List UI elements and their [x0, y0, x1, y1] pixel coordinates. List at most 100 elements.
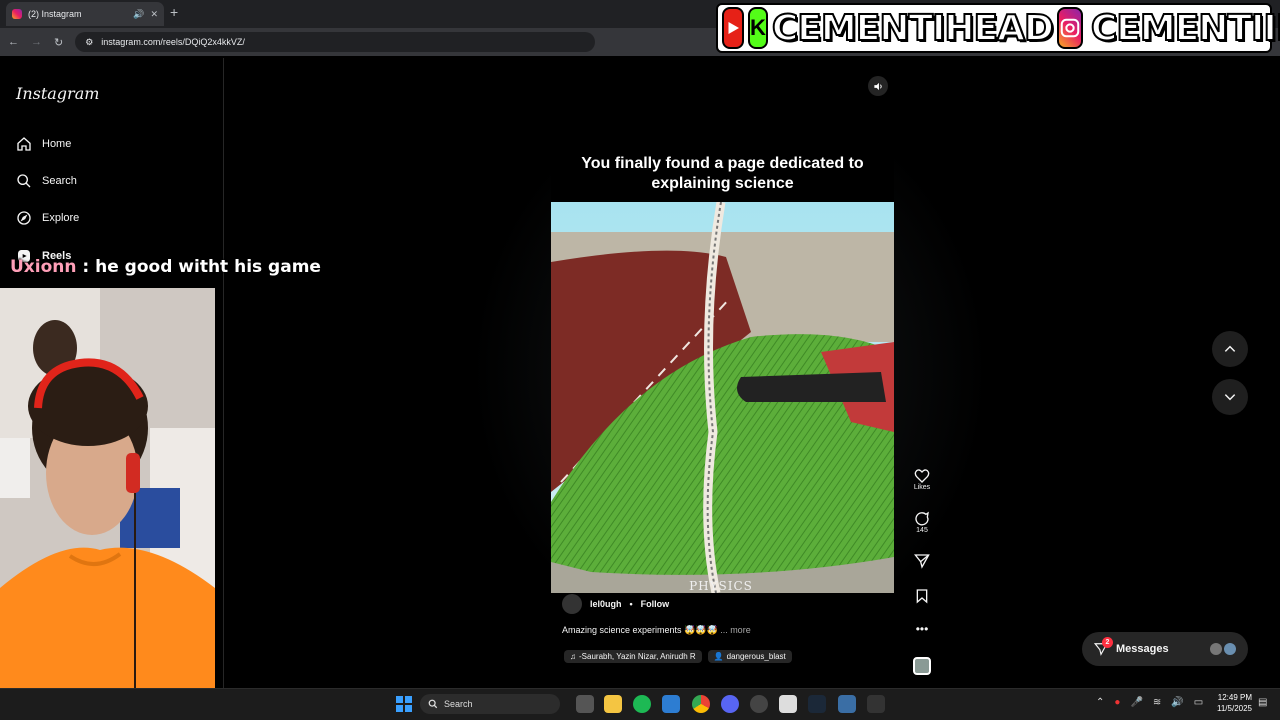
user-icon: 👤	[713, 652, 724, 661]
reel-overlay-text: You finally found a page dedicated to ex…	[581, 155, 864, 192]
sidebar-item-label: Explore	[42, 212, 80, 224]
banner-handle-one: CEMENTIHEAD	[771, 7, 1055, 50]
url-text: instagram.com/reels/DQiQ2x4kkVZ/	[101, 37, 245, 47]
send-icon	[914, 554, 930, 569]
tray-app-icon[interactable]: ●	[1114, 697, 1120, 708]
battery-icon[interactable]: ▭	[1194, 697, 1203, 708]
sidebar-item-home[interactable]: Home	[16, 136, 71, 152]
reel-video[interactable]: PHYSICS	[551, 202, 894, 593]
avatar	[1210, 643, 1222, 655]
wifi-icon[interactable]: ≋	[1153, 697, 1161, 708]
search-icon	[428, 699, 438, 709]
like-button[interactable]: Likes	[912, 468, 932, 491]
chat-username: Uxionn	[10, 257, 77, 277]
instagram-logo[interactable]: Instagram	[16, 84, 99, 103]
taskbar-search[interactable]: Search	[420, 694, 560, 714]
back-icon[interactable]: ←	[8, 36, 19, 48]
photos-icon[interactable]	[662, 695, 680, 713]
sidebar-item-label: Home	[42, 138, 72, 150]
play-icon	[728, 22, 739, 34]
reload-icon[interactable]: ↻	[54, 36, 63, 49]
sidebar-item-label: Search	[42, 175, 77, 187]
sidebar-item-search[interactable]: Search	[16, 173, 77, 189]
chevron-down-icon	[1224, 394, 1236, 401]
volume-icon[interactable]: 🔊	[1171, 697, 1183, 708]
social-banner: K CEMENTIHEAD CEMENTIII	[716, 3, 1280, 53]
kick-icon: K	[748, 7, 768, 49]
task-view-icon[interactable]	[576, 695, 594, 713]
discord-icon[interactable]	[721, 695, 739, 713]
obs-icon[interactable]	[750, 695, 768, 713]
likes-label: Likes	[913, 484, 931, 491]
scrollbar[interactable]	[1270, 58, 1280, 688]
more-options-button[interactable]: •••	[912, 622, 932, 636]
speaker-icon	[873, 82, 882, 90]
chat-text: : he good witht his game	[82, 257, 321, 277]
tab-audio-icon[interactable]: 🔊	[133, 9, 144, 20]
reel-caption: Amazing science experiments 🤯🤯🤯 ... more	[562, 625, 751, 636]
messages-button[interactable]: 2 Messages	[1082, 632, 1248, 666]
share-button[interactable]	[912, 553, 932, 569]
follow-button[interactable]: Follow	[641, 599, 670, 609]
music-note-icon: ♫	[570, 652, 576, 661]
chevron-up-icon[interactable]: ⌃	[1096, 697, 1104, 708]
search-icon	[17, 174, 31, 188]
clock-time: 12:49 PM	[1217, 693, 1252, 702]
notepad-icon[interactable]	[779, 695, 797, 713]
next-reel-button[interactable]	[1212, 379, 1248, 415]
taskbar-search-label: Search	[444, 699, 473, 709]
avatar	[1224, 643, 1236, 655]
browser-tab[interactable]: (2) Instagram 🔊 ✕	[6, 2, 164, 26]
microphone-icon[interactable]: 🎤	[1130, 697, 1142, 708]
banner-handle-two: CEMENTIII	[1090, 7, 1280, 50]
home-icon	[17, 137, 31, 151]
reel-watermark: PHYSICS	[689, 579, 753, 593]
clock-date: 11/5/2025	[1217, 704, 1252, 713]
save-button[interactable]	[912, 588, 932, 604]
reel-author-row: lel0ugh • Follow	[562, 594, 669, 614]
new-tab-button[interactable]: +	[170, 4, 178, 20]
heart-icon	[914, 469, 930, 483]
reel-video-frame: PHYSICS	[551, 202, 894, 593]
webcam-image	[0, 288, 215, 720]
comments-count: 145	[916, 527, 928, 534]
separator-dot: •	[629, 599, 633, 609]
system-tray: ⌃ ● 🎤 ≋ 🔊 ▭	[1096, 697, 1203, 708]
avatar[interactable]	[562, 594, 582, 614]
audio-text: -Saurabh, Yazin Nizar, Anirudh R	[579, 652, 696, 661]
more-link[interactable]: ... more	[720, 625, 751, 635]
address-bar[interactable]: ⚙ instagram.com/reels/DQiQ2x4kkVZ/	[75, 32, 596, 52]
tagged-user-pill[interactable]: 👤 dangerous_blast	[707, 650, 792, 663]
notification-icon[interactable]: ▤	[1258, 697, 1267, 708]
tagged-user-text: dangerous_blast	[726, 652, 786, 661]
tab-close-icon[interactable]: ✕	[150, 9, 158, 20]
clock[interactable]: 12:49 PM 11/5/2025	[1208, 692, 1252, 714]
comment-button[interactable]: 145	[912, 511, 932, 534]
chrome-icon[interactable]	[692, 695, 710, 713]
calculator-icon[interactable]	[838, 695, 856, 713]
steam-icon[interactable]	[808, 695, 826, 713]
terminal-icon[interactable]	[867, 695, 885, 713]
messages-label: Messages	[1116, 643, 1169, 655]
audio-pill[interactable]: ♫ -Saurabh, Yazin Nizar, Anirudh R	[564, 650, 702, 663]
comment-icon	[915, 511, 929, 526]
spotify-icon[interactable]	[633, 695, 651, 713]
stream-chat-message: Uxionn : he good witht his game	[10, 257, 321, 277]
volume-button[interactable]	[868, 76, 888, 96]
author-username[interactable]: lel0ugh	[590, 599, 622, 609]
forward-icon[interactable]: →	[31, 36, 42, 48]
sidebar-item-explore[interactable]: Explore	[16, 210, 79, 226]
camera-glyph-icon	[1060, 18, 1080, 38]
previous-reel-button[interactable]	[1212, 331, 1248, 367]
bookmark-icon	[916, 589, 928, 604]
caption-text: Amazing science experiments 🤯🤯🤯	[562, 625, 718, 635]
ellipsis-icon: •••	[915, 622, 929, 636]
webcam-feed	[0, 288, 215, 720]
site-info-icon[interactable]: ⚙	[85, 37, 93, 48]
file-explorer-icon[interactable]	[604, 695, 622, 713]
instagram-favicon-icon	[12, 9, 22, 19]
audio-thumbnail[interactable]	[912, 657, 932, 675]
youtube-icon	[722, 7, 744, 49]
instagram-icon	[1056, 7, 1083, 49]
start-button[interactable]	[396, 696, 412, 712]
